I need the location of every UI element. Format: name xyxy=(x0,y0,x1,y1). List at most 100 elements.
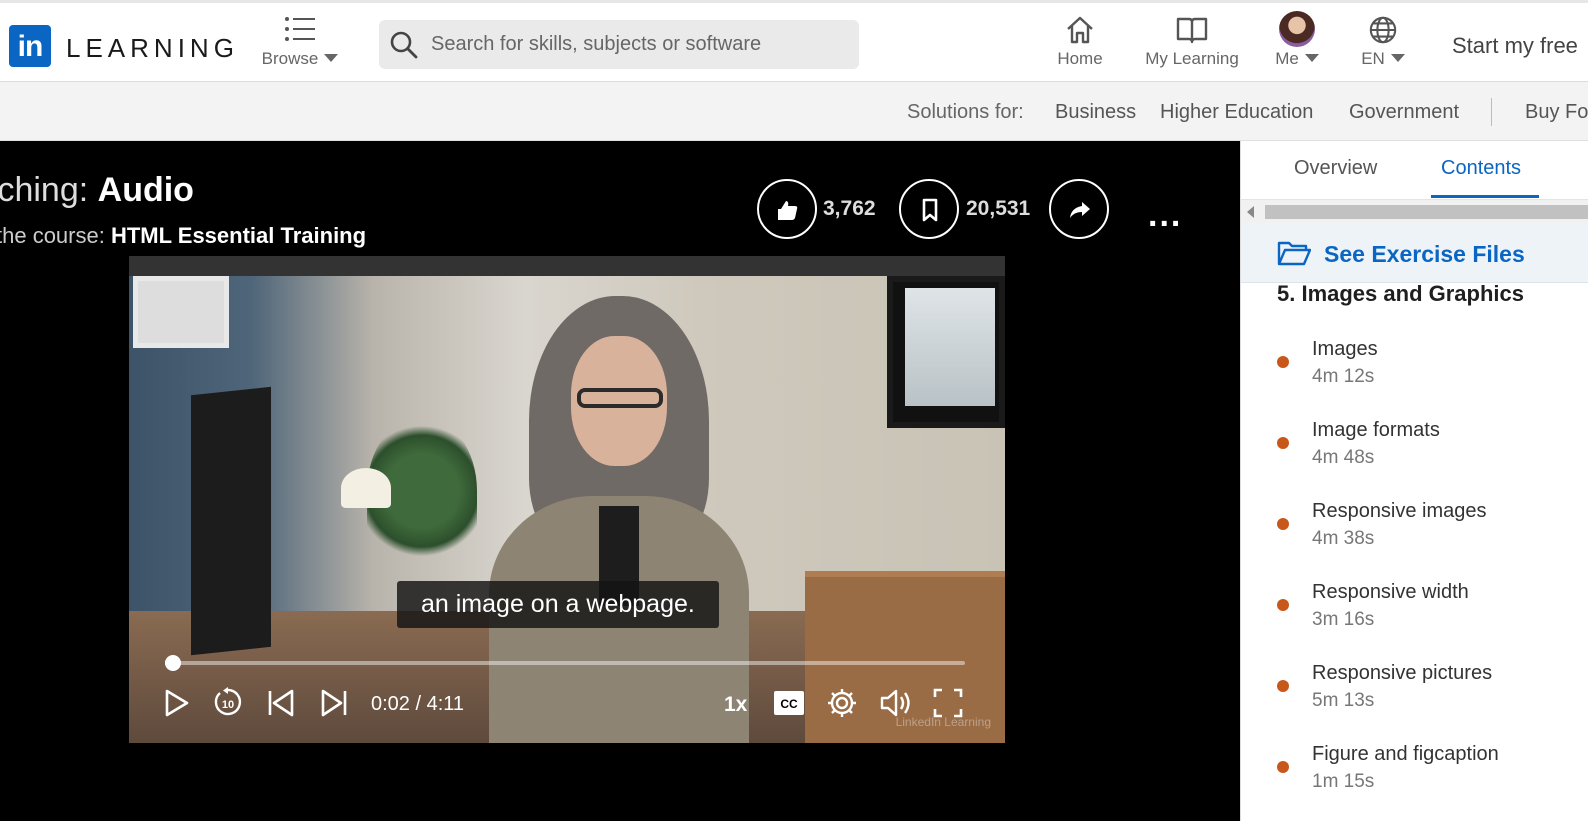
list-item-duration: 3m 16s xyxy=(1312,609,1375,630)
rewind-10-icon[interactable]: 10 xyxy=(211,686,245,720)
playback-time: 0:02 / 4:11 xyxy=(371,693,465,715)
solutions-bar: Solutions for: Business Higher Education… xyxy=(0,82,1588,141)
active-tab-indicator xyxy=(1431,195,1539,198)
linkedin-logo-icon[interactable]: in xyxy=(9,25,51,67)
scroll-left-arrow-icon[interactable] xyxy=(1247,206,1254,218)
course-title-link[interactable]: HTML Essential Training xyxy=(111,223,366,248)
list-item-title: Images xyxy=(1312,338,1378,360)
wall-picture xyxy=(133,276,229,348)
share-button[interactable] xyxy=(1049,179,1109,239)
previous-icon[interactable] xyxy=(264,686,298,720)
search-input[interactable] xyxy=(431,20,851,69)
list-item[interactable]: Image formats 4m 48s xyxy=(1241,414,1588,494)
next-icon[interactable] xyxy=(317,686,351,720)
svg-text:CC: CC xyxy=(780,697,798,711)
play-icon[interactable] xyxy=(159,686,193,720)
presenter xyxy=(489,296,749,743)
list-item-duration: 4m 12s xyxy=(1312,366,1375,387)
tab-overview[interactable]: Overview xyxy=(1294,157,1377,180)
start-free-trial-button[interactable]: Start my free xyxy=(1452,33,1578,59)
list-item-duration: 1m 15s xyxy=(1312,771,1375,792)
list-item-title: Responsive images xyxy=(1312,500,1487,522)
glasses xyxy=(577,388,663,408)
horizontal-scrollbar[interactable] xyxy=(1241,199,1588,223)
chevron-down-icon xyxy=(1304,54,1319,62)
course-sidebar: Overview Contents See Exercise Files 5. … xyxy=(1240,141,1588,821)
bridge-picture xyxy=(905,288,995,406)
chevron-down-icon xyxy=(1390,54,1405,62)
subtitle-caption: an image on a webpage. xyxy=(397,581,719,628)
search-box xyxy=(379,20,859,69)
unwatched-dot-icon xyxy=(1277,761,1289,773)
nav-me-label: Me xyxy=(1275,49,1299,68)
unwatched-dot-icon xyxy=(1277,518,1289,530)
see-exercise-files-button[interactable]: See Exercise Files xyxy=(1241,223,1588,283)
divider xyxy=(1491,98,1492,126)
nav-home-label: Home xyxy=(1057,49,1103,68)
learning-wordmark[interactable]: LEARNING xyxy=(66,33,239,64)
avatar xyxy=(1279,11,1315,47)
solutions-higher-education-link[interactable]: Higher Education xyxy=(1160,101,1313,124)
unwatched-dot-icon xyxy=(1277,356,1289,368)
save-button[interactable] xyxy=(899,179,959,239)
list-item[interactable]: Responsive width 3m 16s xyxy=(1241,576,1588,656)
video-frame[interactable]: an image on a webpage. 10 0:02 / 4:11 1x… xyxy=(129,256,1005,743)
top-navigation-bar: in LEARNING Browse Home My Learning xyxy=(0,0,1588,82)
monitor xyxy=(191,386,271,656)
settings-gear-icon[interactable] xyxy=(825,686,859,720)
solutions-label: Solutions for: xyxy=(907,101,1024,123)
nav-my-learning[interactable]: My Learning xyxy=(1132,15,1252,69)
nav-language-menu[interactable]: EN xyxy=(1350,15,1416,69)
lamp xyxy=(341,468,391,508)
buy-link[interactable]: Buy Fo xyxy=(1525,101,1588,124)
svg-text:10: 10 xyxy=(222,699,234,711)
now-watching-video-title: Audio xyxy=(97,171,194,209)
list-icon xyxy=(285,17,315,41)
video-top-strip xyxy=(129,256,1005,276)
nav-me-menu[interactable]: Me xyxy=(1262,11,1332,69)
like-count: 3,762 xyxy=(823,197,876,220)
solutions-government-link[interactable]: Government xyxy=(1349,101,1459,124)
more-options-button[interactable]: ... xyxy=(1148,196,1182,235)
home-icon xyxy=(1067,16,1093,44)
list-item-title: Responsive pictures xyxy=(1312,662,1493,684)
book-icon xyxy=(1176,17,1208,44)
save-count: 20,531 xyxy=(966,197,1031,220)
like-button[interactable] xyxy=(757,179,817,239)
unwatched-dot-icon xyxy=(1277,680,1289,692)
list-item-duration: 5m 13s xyxy=(1312,690,1375,711)
share-arrow-icon xyxy=(1070,202,1090,218)
list-item-title: Figure and figcaption xyxy=(1312,743,1499,765)
unwatched-dot-icon xyxy=(1277,437,1289,449)
scrollbar-thumb[interactable] xyxy=(1265,205,1588,219)
thumbs-up-icon xyxy=(778,201,798,220)
tab-contents[interactable]: Contents xyxy=(1441,157,1521,180)
list-item[interactable]: Responsive images 4m 38s xyxy=(1241,495,1588,575)
list-item-duration: 4m 38s xyxy=(1312,528,1375,549)
playback-speed-button[interactable]: 1x xyxy=(724,693,747,717)
nav-language-label: EN xyxy=(1361,49,1385,68)
now-watching-prefix: tching: xyxy=(0,171,89,209)
closed-captions-icon[interactable]: CC xyxy=(772,688,806,718)
solutions-business-link[interactable]: Business xyxy=(1055,101,1136,124)
list-item[interactable]: Figure and figcaption 1m 15s xyxy=(1241,738,1588,818)
nav-my-learning-label: My Learning xyxy=(1145,49,1239,68)
course-line: the course: HTML Essential Training xyxy=(0,223,366,249)
unwatched-dot-icon xyxy=(1277,599,1289,611)
section-title[interactable]: 5. Images and Graphics xyxy=(1277,281,1524,307)
list-item[interactable]: Responsive pictures 5m 13s xyxy=(1241,657,1588,737)
browse-menu-button[interactable]: Browse xyxy=(258,15,342,69)
list-item-title: Image formats xyxy=(1312,419,1440,441)
see-exercise-files-label: See Exercise Files xyxy=(1324,241,1525,267)
globe-icon xyxy=(1369,16,1397,44)
course-prefix: the course: xyxy=(0,223,105,248)
list-item[interactable]: Images 4m 12s xyxy=(1241,333,1588,413)
bookmark-icon xyxy=(922,198,938,222)
nav-home[interactable]: Home xyxy=(1040,15,1120,69)
progress-bar[interactable] xyxy=(165,655,965,671)
folder-open-icon xyxy=(1277,241,1311,266)
now-watching-title: tching: Audio xyxy=(0,171,194,210)
list-item-title: Responsive width xyxy=(1312,581,1469,603)
search-icon xyxy=(390,31,418,59)
chevron-down-icon xyxy=(324,54,339,62)
